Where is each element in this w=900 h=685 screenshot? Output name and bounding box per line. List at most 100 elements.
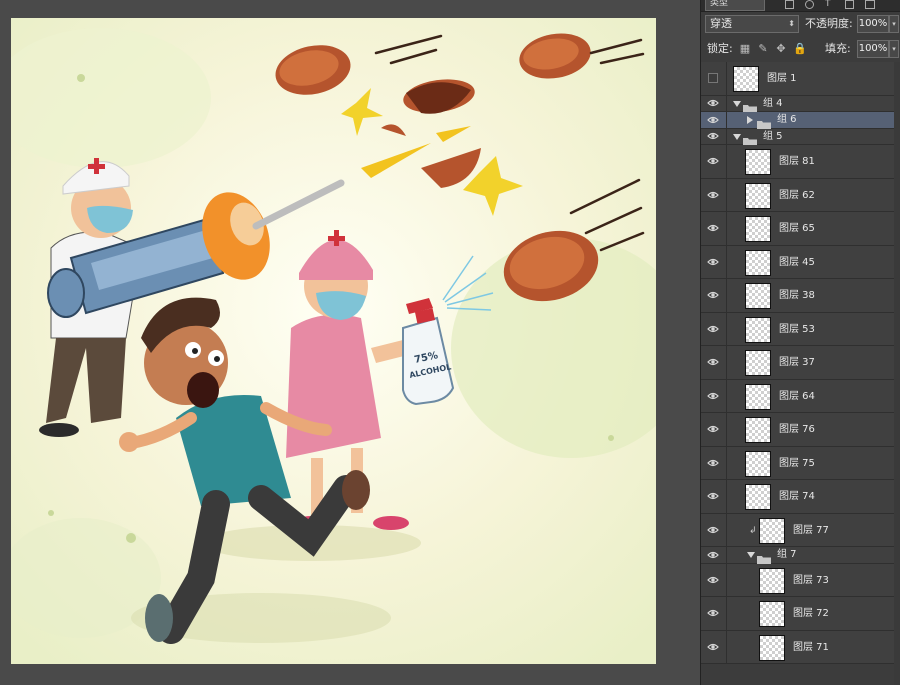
- lock-image-brush-icon[interactable]: ✎: [757, 43, 769, 55]
- lock-position-icon[interactable]: ✥: [775, 43, 787, 55]
- layer-thumbnail: [759, 517, 785, 544]
- layer-name: 图层 62: [779, 189, 815, 201]
- blend-mode-select[interactable]: 穿透 ⬍: [705, 15, 799, 33]
- layer-group-row[interactable]: 组 7: [701, 547, 900, 565]
- layer-thumbnail: [745, 316, 771, 343]
- divider: [726, 145, 727, 178]
- layer-group-row[interactable]: 组 4: [701, 95, 900, 114]
- layer-row[interactable]: 图层 65: [701, 212, 900, 246]
- layers-scrollbar[interactable]: [894, 62, 900, 685]
- fill-dropdown-icon[interactable]: ▾: [889, 40, 899, 58]
- layer-group-row[interactable]: 组 6: [701, 112, 900, 130]
- lock-transparent-icon[interactable]: ▦: [739, 43, 751, 55]
- chevron-updown-icon: ⬍: [788, 19, 795, 28]
- divider: [726, 413, 727, 446]
- eye-icon[interactable]: [707, 131, 719, 141]
- smart-object-filter-icon[interactable]: [865, 0, 875, 9]
- layer-thumbnail: [745, 249, 771, 276]
- layer-row[interactable]: ↲ 图层 77: [701, 513, 900, 547]
- eye-icon[interactable]: [707, 324, 719, 334]
- expand-triangle-icon[interactable]: [733, 100, 741, 107]
- divider: [726, 563, 727, 596]
- divider: [726, 279, 727, 312]
- layer-row[interactable]: 图层 76: [701, 413, 900, 447]
- layer-thumbnail: [745, 182, 771, 209]
- layer-row[interactable]: 图层 73: [701, 563, 900, 597]
- clipping-arrow-icon: ↲: [749, 525, 757, 536]
- divider: [726, 480, 727, 513]
- layer-row[interactable]: 图层 72: [701, 597, 900, 631]
- eye-icon[interactable]: [707, 115, 719, 125]
- layer-row[interactable]: 图层 62: [701, 178, 900, 212]
- opacity-input[interactable]: 100%: [857, 15, 889, 33]
- eye-icon[interactable]: [707, 156, 719, 166]
- layer-thumbnail: [745, 216, 771, 242]
- opacity-label: 不透明度:: [805, 17, 853, 30]
- eye-icon[interactable]: [707, 290, 719, 300]
- shape-filter-icon[interactable]: [845, 0, 854, 9]
- divider: [726, 62, 727, 95]
- eye-icon[interactable]: [707, 357, 719, 367]
- eye-icon[interactable]: [707, 575, 719, 585]
- layer-row[interactable]: 图层 53: [701, 312, 900, 346]
- visibility-toggle[interactable]: [708, 73, 718, 84]
- divider: [726, 95, 727, 111]
- lock-all-icon[interactable]: 🔒: [793, 43, 807, 55]
- layer-row[interactable]: 图层 81: [701, 145, 900, 179]
- layer-thumbnail: [745, 417, 771, 443]
- layer-row[interactable]: 图层 38: [701, 279, 900, 313]
- layer-group-row[interactable]: 组 5: [701, 128, 900, 147]
- expand-triangle-icon[interactable]: [733, 133, 741, 140]
- divider: [726, 379, 727, 412]
- eye-icon[interactable]: [707, 642, 719, 652]
- folder-icon: [757, 550, 771, 565]
- eye-icon[interactable]: [707, 257, 719, 267]
- eye-icon[interactable]: [707, 458, 719, 468]
- adjustment-filter-icon[interactable]: [805, 0, 814, 9]
- layer-thumbnail: [759, 601, 785, 627]
- document-canvas[interactable]: 75% ALCOHOL: [11, 18, 656, 664]
- eye-icon[interactable]: [707, 608, 719, 618]
- layer-row[interactable]: 图层 45: [701, 245, 900, 279]
- divider: [726, 128, 727, 144]
- panel-top-strip: 类型 T: [701, 0, 900, 12]
- eye-icon[interactable]: [707, 391, 719, 401]
- layer-name: 图层 81: [779, 156, 815, 167]
- layer-thumbnail: [745, 383, 771, 410]
- eye-icon[interactable]: [707, 223, 719, 233]
- layer-thumbnail: [759, 567, 785, 594]
- eye-icon[interactable]: [707, 98, 719, 108]
- eye-icon[interactable]: [707, 190, 719, 200]
- fill-input[interactable]: 100%: [857, 40, 889, 58]
- layer-name: 图层 37: [779, 357, 815, 368]
- eye-icon[interactable]: [707, 525, 719, 535]
- divider: [726, 346, 727, 379]
- opacity-dropdown-icon[interactable]: ▾: [889, 15, 899, 33]
- layer-name: 图层 38: [779, 290, 815, 301]
- illustration: 75% ALCOHOL: [11, 18, 656, 664]
- layer-row[interactable]: 图层 1: [701, 62, 900, 96]
- eye-icon[interactable]: [707, 424, 719, 434]
- eye-icon[interactable]: [707, 550, 719, 560]
- type-filter-icon[interactable]: T: [825, 0, 834, 9]
- divider: [726, 245, 727, 278]
- layer-row[interactable]: 图层 64: [701, 379, 900, 413]
- layer-row[interactable]: 图层 37: [701, 346, 900, 380]
- layer-row[interactable]: 图层 74: [701, 480, 900, 514]
- layer-name: 组 4: [763, 97, 783, 109]
- divider: [726, 513, 727, 546]
- lock-label: 锁定:: [707, 42, 733, 55]
- blend-mode-value: 穿透: [710, 17, 732, 30]
- expand-triangle-icon[interactable]: [747, 552, 755, 558]
- eye-icon[interactable]: [707, 491, 719, 501]
- layer-name: 图层 1: [767, 73, 797, 84]
- layer-name: 图层 74: [779, 491, 815, 502]
- filter-kind-dropdown[interactable]: 类型: [705, 0, 765, 11]
- collapse-triangle-icon[interactable]: [747, 116, 753, 124]
- layer-row[interactable]: 图层 71: [701, 630, 900, 664]
- layer-name: 图层 76: [779, 424, 815, 435]
- layer-row[interactable]: 图层 75: [701, 446, 900, 480]
- pixel-filter-icon[interactable]: [785, 0, 794, 9]
- layer-name: 图层 53: [779, 323, 815, 335]
- layer-name: 组 6: [777, 114, 797, 125]
